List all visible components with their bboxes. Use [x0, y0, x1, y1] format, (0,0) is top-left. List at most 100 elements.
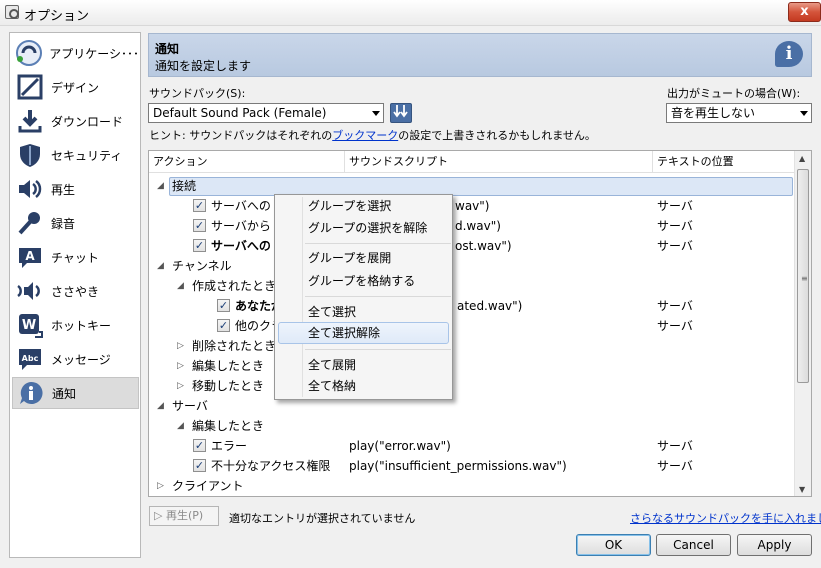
row-action-label: 移動したとき [192, 379, 265, 393]
menu-item-select-group[interactable]: グループを選択 [308, 196, 391, 216]
sound-pack-download-button[interactable] [390, 103, 412, 123]
hotkey-icon: W [15, 310, 45, 340]
header-info-icon: i [775, 41, 803, 67]
tree-row[interactable]: ✓ 不十分なアクセス権限 play("insufficient_permission… [149, 456, 795, 476]
row-action-label: サーバから [211, 219, 271, 233]
row-checkbox[interactable]: ✓ [193, 459, 206, 472]
tree-row[interactable]: ◢ チャンネル [149, 256, 795, 276]
collapse-arrow-icon[interactable]: ◢ [177, 416, 184, 436]
row-sound-script: wav") [455, 199, 490, 213]
tree-row[interactable]: ▷ 移動したとき [149, 376, 795, 396]
row-checkbox[interactable]: ✓ [193, 199, 206, 212]
tree-row[interactable]: ◢ 作成されたとき [149, 276, 795, 296]
tree-row[interactable]: ✓ サーバへの wav") サーバ [149, 196, 795, 216]
column-header-sound-script[interactable]: サウンドスクリプト [345, 151, 653, 173]
sound-pack-value: Default Sound Pack (Female) [153, 106, 327, 120]
sidebar-item-design[interactable]: デザイン [12, 71, 139, 103]
sound-pack-select[interactable]: Default Sound Pack (Female) [148, 103, 384, 123]
menu-item-collapse-all[interactable]: 全て格納 [308, 376, 356, 396]
row-text-position: サーバ [657, 239, 693, 253]
play-button[interactable]: ▷ 再生(P) [149, 506, 219, 526]
row-sound-script: ost.wav") [455, 239, 512, 253]
row-sound-script: d.wav") [455, 219, 501, 233]
sidebar-item-download[interactable]: ダウンロード [12, 105, 139, 137]
collapse-arrow-icon[interactable]: ◢ [157, 396, 164, 416]
mute-output-label: 出力がミュートの場合(W): [667, 87, 801, 100]
sidebar-item-label: セキュリティ [51, 148, 123, 163]
sidebar-item-label: 再生 [51, 182, 76, 197]
row-text-position: サーバ [657, 459, 693, 473]
close-button[interactable]: x [788, 2, 821, 22]
speaker-icon [15, 174, 45, 204]
collapse-arrow-icon[interactable]: ◢ [177, 276, 184, 296]
collapse-arrow-icon[interactable]: ◢ [157, 256, 164, 276]
row-action-label: 接続 [172, 179, 197, 193]
mute-output-select[interactable]: 音を再生しない [666, 103, 812, 123]
row-checkbox[interactable]: ✓ [217, 319, 230, 332]
hint-text: ヒント: サウンドパックはそれぞれのブックマークの設定で上書きされるかもしれませ… [149, 127, 596, 143]
sidebar-item-label: チャット [51, 250, 99, 265]
menu-item-select-all[interactable]: 全て選択 [308, 302, 356, 322]
play-icon: ▷ [154, 509, 163, 522]
row-checkbox[interactable]: ✓ [193, 239, 206, 252]
tree-row[interactable]: ✓ エラー play("error.wav") サーバ [149, 436, 795, 456]
sidebar-item-whisper[interactable]: ささやき [12, 275, 139, 307]
sidebar-item-playback[interactable]: 再生 [12, 173, 139, 205]
menu-item-expand-group[interactable]: グループを展開 [308, 248, 391, 268]
vertical-scrollbar[interactable]: ▲ ≡ ▼ [794, 151, 811, 496]
tree-row[interactable]: ◢ 編集したとき [149, 416, 795, 436]
tree-row[interactable]: ✓ 他のクラ サーバ [149, 316, 795, 336]
sidebar-item-messages[interactable]: Abc メッセージ [12, 343, 139, 375]
menu-item-deselect-all[interactable]: 全て選択解除 [308, 323, 380, 343]
bookmark-link[interactable]: ブックマーク [332, 129, 398, 142]
row-action-label: クライアント [172, 479, 244, 493]
svg-text:Abc: Abc [22, 354, 39, 363]
tree-row[interactable]: ✓ サーバから d.wav") サーバ [149, 216, 795, 236]
sidebar-item-security[interactable]: セキュリティ [12, 139, 139, 171]
scroll-grip-icon: ≡ [801, 274, 808, 283]
tree-row[interactable]: ▷ 削除されたとき [149, 336, 795, 356]
sidebar-item-hotkeys[interactable]: W ホットキー [12, 309, 139, 341]
notification-tree[interactable]: アクション サウンドスクリプト テキストの位置 ◢ 接続 ✓ サーバへの wav") サー… [148, 150, 812, 497]
scroll-down-icon[interactable]: ▼ [799, 485, 805, 494]
menu-item-deselect-group[interactable]: グループの選択を解除 [308, 218, 427, 238]
sidebar-item-application[interactable]: アプリケーシ･･･ [12, 37, 139, 69]
window-title: オプション [24, 9, 90, 24]
row-checkbox[interactable]: ✓ [193, 219, 206, 232]
row-checkbox[interactable]: ✓ [193, 439, 206, 452]
scroll-thumb[interactable]: ≡ [797, 169, 809, 383]
row-action-label: サーバ [172, 399, 208, 413]
hint-suffix: の設定で上書きされるかもしれません。 [398, 129, 596, 142]
tree-row[interactable]: ✓ あなたが ated.wav") サーバ [149, 296, 795, 316]
expand-arrow-icon[interactable]: ▷ [177, 376, 184, 396]
menu-gutter [302, 197, 303, 397]
tree-row[interactable]: ✓ サーバへの ost.wav") サーバ [149, 236, 795, 256]
expand-arrow-icon[interactable]: ▷ [157, 476, 164, 496]
menu-item-expand-all[interactable]: 全て展開 [308, 355, 356, 375]
ok-button[interactable]: OK [576, 534, 651, 556]
tree-row[interactable]: ◢ サーバ [149, 396, 795, 416]
sidebar-item-recording[interactable]: 録音 [12, 207, 139, 239]
info-icon [16, 378, 46, 408]
design-icon [15, 72, 45, 102]
tree-row[interactable]: ▷ クライアント [149, 476, 795, 496]
column-header-text-position[interactable]: テキストの位置 [653, 151, 795, 173]
svg-text:W: W [22, 318, 36, 333]
cancel-button[interactable]: Cancel [656, 534, 731, 556]
row-action-label: 編集したとき [192, 359, 265, 373]
menu-separator [305, 243, 451, 244]
get-more-sound-packs-link[interactable]: さらなるサウンドパックを手に入れましょう [630, 510, 821, 526]
collapse-arrow-icon[interactable]: ◢ [157, 176, 164, 196]
tree-row[interactable]: ◢ 接続 [149, 176, 795, 196]
row-checkbox[interactable]: ✓ [217, 299, 230, 312]
row-sound-script: play("error.wav") [349, 439, 451, 453]
apply-button[interactable]: Apply [737, 534, 812, 556]
column-header-action[interactable]: アクション [149, 151, 345, 173]
sidebar-item-notifications[interactable]: 通知 [12, 377, 139, 409]
sidebar-item-chat[interactable]: A チャット [12, 241, 139, 273]
scroll-up-icon[interactable]: ▲ [799, 154, 805, 163]
expand-arrow-icon[interactable]: ▷ [177, 336, 184, 356]
tree-row[interactable]: ▷ 編集したとき [149, 356, 795, 376]
menu-item-collapse-group[interactable]: グループを格納する [308, 271, 415, 291]
expand-arrow-icon[interactable]: ▷ [177, 356, 184, 376]
